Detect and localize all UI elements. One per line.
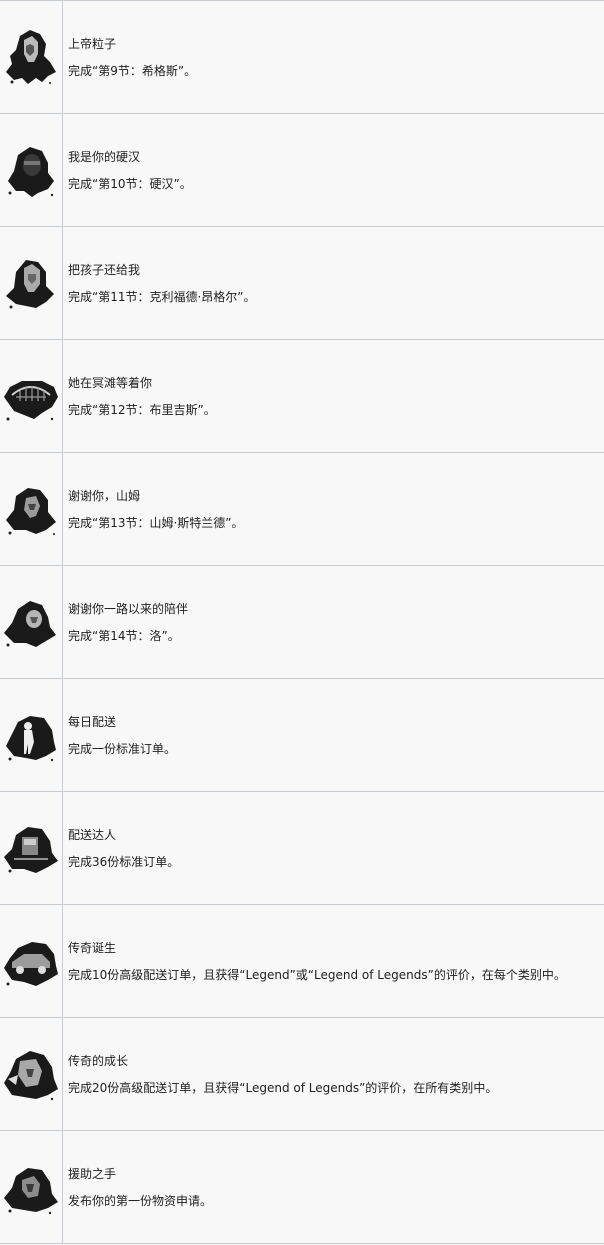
achievement-description: 完成“第12节：布里吉斯”。 bbox=[68, 402, 216, 417]
achievement-description: 完成一份标准订单。 bbox=[68, 741, 177, 756]
text-cell: 配送达人 完成36份标准订单。 bbox=[62, 791, 604, 905]
table-row: 谢谢你一路以来的陪伴 完成“第14节：洛”。 bbox=[0, 565, 604, 679]
achievement-description: 完成“第13节：山姆·斯特兰德”。 bbox=[68, 515, 244, 530]
icon-cell bbox=[0, 452, 63, 566]
achievement-description: 完成“第10节：硬汉”。 bbox=[68, 176, 192, 191]
icon-cell bbox=[0, 226, 63, 340]
higgs-portrait-icon bbox=[2, 28, 60, 86]
achievement-title: 她在冥滩等着你 bbox=[68, 375, 153, 390]
achievement-title: 上帝粒子 bbox=[68, 36, 117, 51]
table-row: 我是你的硬汉 完成“第10节：硬汉”。 bbox=[0, 113, 604, 227]
icon-cell bbox=[0, 113, 63, 227]
achievement-title: 谢谢你，山姆 bbox=[68, 488, 141, 503]
achievement-description: 完成“第14节：洛”。 bbox=[68, 628, 180, 643]
lou-portrait-icon bbox=[2, 593, 60, 651]
icon-cell bbox=[0, 339, 63, 453]
sam-portrait-icon bbox=[2, 480, 60, 538]
text-cell: 她在冥滩等着你 完成“第12节：布里吉斯”。 bbox=[62, 339, 604, 453]
icon-cell bbox=[0, 0, 63, 114]
achievement-title: 谢谢你一路以来的陪伴 bbox=[68, 601, 189, 616]
icon-cell bbox=[0, 678, 63, 792]
achievement-description: 完成“第11节：克利福德·昂格尔”。 bbox=[68, 289, 256, 304]
achievements-table: 上帝粒子 完成“第9节：希格斯”。 我是你的硬汉 完成“第10节：硬汉”。 把孩… bbox=[0, 0, 604, 1244]
table-row: 她在冥滩等着你 完成“第12节：布里吉斯”。 bbox=[0, 339, 604, 453]
legend-growth-icon bbox=[2, 1045, 60, 1103]
achievement-title: 传奇的成长 bbox=[68, 1053, 129, 1068]
achievement-title: 把孩子还给我 bbox=[68, 262, 141, 277]
icon-cell bbox=[0, 1130, 63, 1244]
achievement-description: 完成10份高级配送订单，且获得“Legend”或“Legend of Legen… bbox=[68, 967, 566, 982]
table-row: 上帝粒子 完成“第9节：希格斯”。 bbox=[0, 0, 604, 114]
table-row: 援助之手 发布你的第一份物资申请。 bbox=[0, 1130, 604, 1244]
text-cell: 每日配送 完成一份标准订单。 bbox=[62, 678, 604, 792]
achievement-title: 传奇诞生 bbox=[68, 940, 117, 955]
text-cell: 谢谢你一路以来的陪伴 完成“第14节：洛”。 bbox=[62, 565, 604, 679]
die-hardman-portrait-icon bbox=[2, 141, 60, 199]
vehicle-legend-icon bbox=[2, 932, 60, 990]
icon-cell bbox=[0, 565, 63, 679]
achievement-description: 发布你的第一份物资申请。 bbox=[68, 1193, 213, 1208]
icon-cell bbox=[0, 1017, 63, 1131]
achievement-title: 配送达人 bbox=[68, 827, 117, 842]
text-cell: 传奇诞生 完成10份高级配送订单，且获得“Legend”或“Legend of … bbox=[62, 904, 604, 1018]
text-cell: 传奇的成长 完成20份高级配送订单，且获得“Legend of Legends”… bbox=[62, 1017, 604, 1131]
achievement-description: 完成“第9节：希格斯”。 bbox=[68, 63, 197, 78]
cargo-porter-icon bbox=[2, 819, 60, 877]
achievement-description: 完成36份标准订单。 bbox=[68, 854, 180, 869]
helping-hand-icon bbox=[2, 1158, 60, 1216]
table-row: 配送达人 完成36份标准订单。 bbox=[0, 791, 604, 905]
achievement-title: 每日配送 bbox=[68, 714, 117, 729]
porter-silhouette-icon bbox=[2, 706, 60, 764]
table-row: 每日配送 完成一份标准订单。 bbox=[0, 678, 604, 792]
text-cell: 上帝粒子 完成“第9节：希格斯”。 bbox=[62, 0, 604, 114]
bridges-emblem-icon bbox=[2, 367, 60, 425]
table-row: 把孩子还给我 完成“第11节：克利福德·昂格尔”。 bbox=[0, 226, 604, 340]
achievement-title: 援助之手 bbox=[68, 1166, 117, 1181]
icon-cell bbox=[0, 791, 63, 905]
cliff-unger-portrait-icon bbox=[2, 254, 60, 312]
icon-cell bbox=[0, 904, 63, 1018]
text-cell: 援助之手 发布你的第一份物资申请。 bbox=[62, 1130, 604, 1244]
table-row: 传奇的成长 完成20份高级配送订单，且获得“Legend of Legends”… bbox=[0, 1017, 604, 1131]
table-row: 谢谢你，山姆 完成“第13节：山姆·斯特兰德”。 bbox=[0, 452, 604, 566]
achievement-description: 完成20份高级配送订单，且获得“Legend of Legends”的评价，在所… bbox=[68, 1080, 498, 1095]
text-cell: 我是你的硬汉 完成“第10节：硬汉”。 bbox=[62, 113, 604, 227]
achievement-title: 我是你的硬汉 bbox=[68, 149, 141, 164]
text-cell: 把孩子还给我 完成“第11节：克利福德·昂格尔”。 bbox=[62, 226, 604, 340]
text-cell: 谢谢你，山姆 完成“第13节：山姆·斯特兰德”。 bbox=[62, 452, 604, 566]
table-row: 传奇诞生 完成10份高级配送订单，且获得“Legend”或“Legend of … bbox=[0, 904, 604, 1018]
